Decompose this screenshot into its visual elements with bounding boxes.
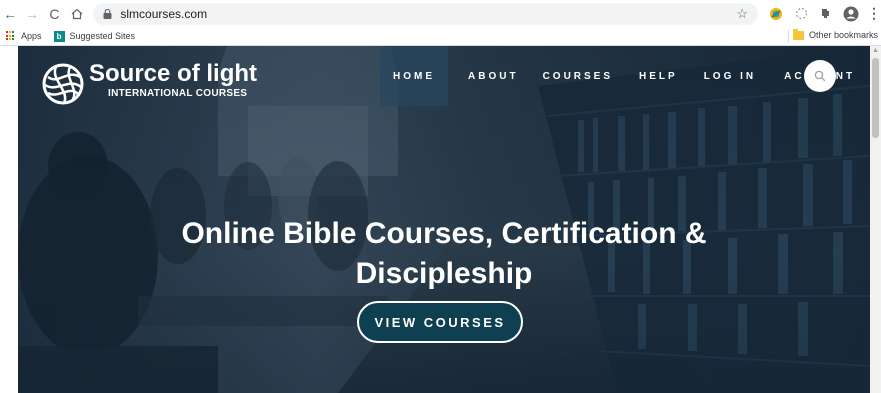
logo-title: Source of light — [89, 60, 257, 87]
page-viewport: Source of light INTERNATIONAL COURSES HO… — [18, 46, 870, 393]
extension-puzzle-icon[interactable] — [793, 5, 810, 23]
search-button[interactable] — [804, 60, 836, 92]
hero-headline-line1: Online Bible Courses, Certification & — [181, 217, 707, 250]
bookmark-other-label: Other bookmarks — [808, 30, 878, 40]
bookmark-other[interactable]: Other bookmarks — [792, 28, 878, 40]
lock-icon — [103, 8, 112, 19]
view-courses-button[interactable]: VIEW COURSES — [357, 301, 523, 343]
nav-home[interactable]: HOME — [380, 46, 448, 106]
scroll-up-arrow-icon[interactable]: ▲ — [870, 46, 881, 56]
url-text[interactable]: slmcourses.com — [120, 7, 207, 21]
folder-icon — [792, 28, 804, 40]
scrollbar-thumb[interactable] — [872, 58, 879, 138]
bookmark-suggested-sites[interactable]: b Suggested Sites — [48, 30, 136, 42]
apps-grid-icon — [6, 31, 16, 41]
nav-courses[interactable]: COURSES — [532, 46, 624, 106]
nav-about[interactable]: ABOUT — [457, 46, 530, 106]
reload-icon[interactable]: C — [45, 4, 64, 24]
site-logo[interactable]: Source of light INTERNATIONAL COURSES — [40, 61, 257, 107]
main-navigation: HOME ABOUT COURSES HELP LOG IN ACCOUNT — [380, 46, 866, 106]
profile-avatar-icon[interactable] — [842, 5, 859, 23]
home-icon[interactable] — [68, 4, 87, 24]
search-icon — [814, 70, 826, 82]
forward-arrow-icon[interactable]: → — [23, 4, 42, 24]
bookmark-apps-label: Apps — [21, 31, 42, 41]
nav-help[interactable]: HELP — [628, 46, 689, 106]
bookmark-suggested-label: Suggested Sites — [69, 31, 136, 41]
bookmark-apps[interactable]: Apps — [6, 31, 42, 41]
bookmarks-bar: Apps b Suggested Sites Other bookmarks — [0, 27, 881, 46]
address-bar[interactable]: slmcourses.com ☆ — [93, 2, 759, 25]
browser-toolbar: ← → C slmcourses.com ☆ ⋮ — [0, 0, 881, 27]
hero-headline: Online Bible Courses, Certification & Di… — [18, 214, 870, 294]
page-scrollbar[interactable]: ▲ — [870, 46, 881, 393]
bing-icon: b — [53, 30, 65, 42]
browser-menu-icon[interactable]: ⋮ — [867, 5, 881, 22]
bookmark-star-icon[interactable]: ☆ — [736, 6, 748, 22]
logo-subtitle: INTERNATIONAL COURSES — [108, 88, 248, 99]
extensions-pin-icon[interactable] — [818, 5, 835, 23]
back-arrow-icon[interactable]: ← — [1, 4, 20, 24]
nav-login[interactable]: LOG IN — [693, 46, 767, 106]
bookmarks-divider — [788, 30, 789, 43]
extension-color-icon[interactable] — [768, 5, 785, 23]
globe-logo-icon — [42, 63, 84, 105]
hero-headline-line2: Discipleship — [355, 257, 533, 290]
